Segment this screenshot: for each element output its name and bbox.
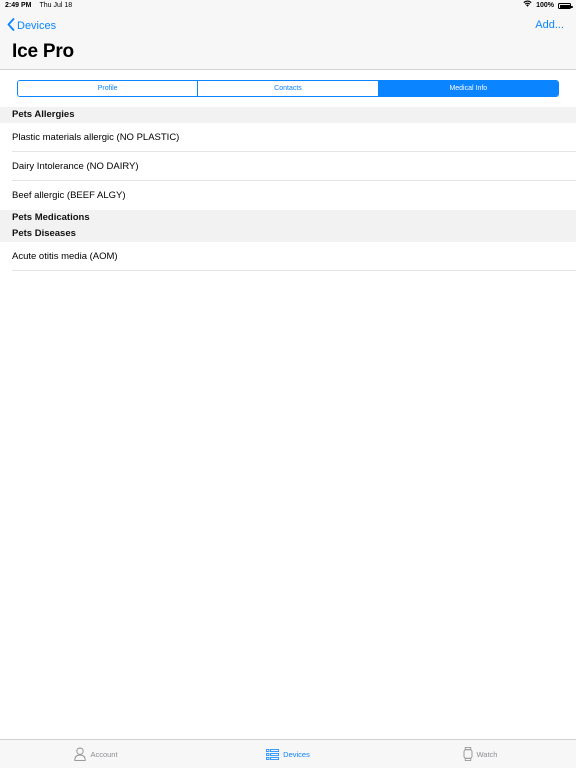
segment-label: Contacts	[274, 85, 302, 92]
tab-account[interactable]: Account	[0, 740, 192, 768]
status-date: Thu Jul 18	[39, 2, 73, 9]
tab-bar: Account Devices Watch	[0, 739, 576, 768]
add-button[interactable]: Add...	[535, 19, 564, 31]
navigation-bar: Devices Add... Ice Pro	[0, 12, 576, 70]
status-right: 100%	[523, 0, 573, 12]
back-button[interactable]: Devices	[7, 18, 56, 34]
section-header-diseases: Pets Diseases	[0, 226, 576, 242]
watch-icon	[463, 747, 473, 761]
segment-contacts[interactable]: Contacts	[198, 81, 379, 96]
page-title: Ice Pro	[12, 41, 74, 62]
tab-label: Devices	[283, 749, 310, 759]
screen: 2:49 PM Thu Jul 18 100% Devices Add... I…	[0, 0, 576, 768]
segment-profile[interactable]: Profile	[18, 81, 199, 96]
tab-watch[interactable]: Watch	[384, 740, 576, 768]
list-item[interactable]: Plastic materials allergic (NO PLASTIC)	[12, 123, 576, 152]
chevron-left-icon	[7, 18, 15, 34]
status-time: 2:49 PM	[5, 2, 32, 9]
battery-fill	[559, 4, 570, 8]
devices-list-icon	[266, 748, 280, 760]
tab-devices[interactable]: Devices	[192, 740, 384, 768]
segment-medical-info[interactable]: Medical Info	[378, 81, 558, 96]
tab-label: Account	[90, 749, 118, 759]
list-item[interactable]: Beef allergic (BEEF ALGY)	[12, 181, 576, 210]
segment-label: Medical Info	[449, 85, 488, 92]
segmented-control: Profile Contacts Medical Info	[17, 80, 559, 97]
status-bar: 2:49 PM Thu Jul 18 100%	[0, 0, 576, 12]
status-left: 2:49 PM Thu Jul 18	[5, 0, 72, 12]
tab-label: Watch	[476, 749, 498, 759]
section-header-allergies: Pets Allergies	[0, 107, 576, 123]
battery-icon	[558, 3, 573, 9]
section-header-medications: Pets Medications	[0, 210, 576, 226]
battery-percent: 100%	[536, 2, 554, 9]
list-item[interactable]: Acute otitis media (AOM)	[12, 242, 576, 271]
list-item[interactable]: Dairy Intolerance (NO DAIRY)	[12, 152, 576, 181]
wifi-icon	[523, 0, 532, 12]
person-icon	[74, 747, 87, 761]
medical-info-list: Pets Allergies Plastic materials allergi…	[0, 107, 576, 271]
segment-label: Profile	[97, 85, 118, 92]
back-button-label: Devices	[17, 20, 57, 32]
